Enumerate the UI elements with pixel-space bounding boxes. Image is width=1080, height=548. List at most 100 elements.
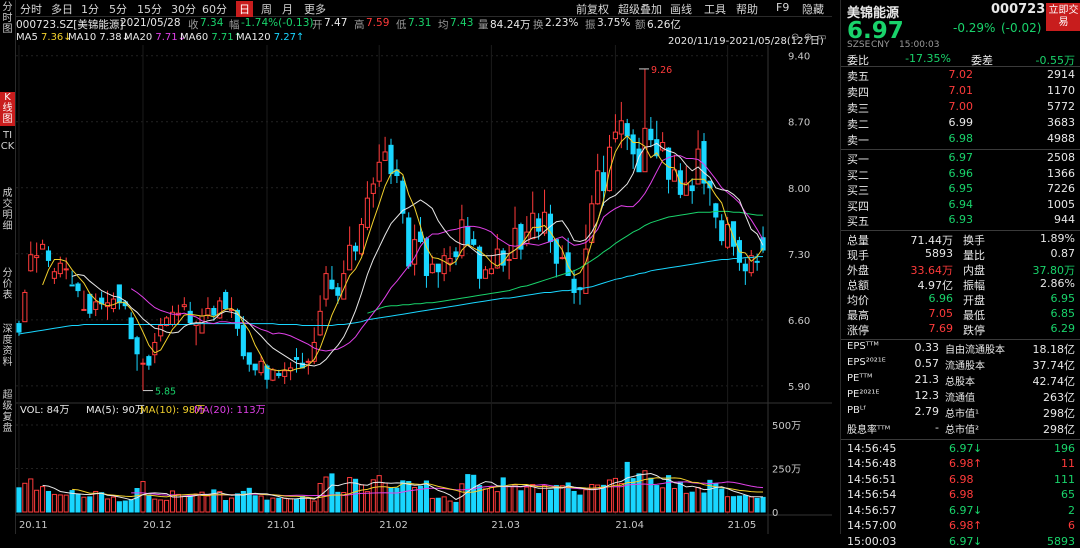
volume-bar [34,489,40,513]
candle-body [57,262,63,275]
volume-bar [447,500,453,513]
volume-bar [205,495,211,513]
volume-bar [760,496,766,513]
period-4[interactable]: 15分 [137,1,162,17]
ask-volume: 4988 [1047,132,1075,145]
volume-bar [719,488,725,513]
top-menu: 分时 多日 1分 5分 15分 30分 60分日周月更多 前复权 超级叠加 画线 工具 帮助 F9 隐藏 [16,0,832,17]
tick-time: 14:56:57 [847,503,897,517]
bar-date: 2021/05/28 [120,17,181,29]
candle-body [323,273,329,300]
tool-4[interactable]: 帮助 [736,1,758,17]
volume-bar [276,497,282,513]
kline-chart[interactable]: 9.40 8.70 8.00 7.30 6.60 5.90 20.11 20.12 21.01 2… [16,45,832,534]
candle-body [16,323,22,333]
volume-bar [353,478,359,513]
tick-price: 6.98 [949,488,974,501]
volume-bar [536,493,542,513]
high-label: 高 [354,19,365,31]
fund-value: 18.18亿 [1032,342,1076,356]
period-1[interactable]: 多日 [51,1,73,17]
candle-body [347,244,353,271]
candle-body [358,224,365,255]
candle-body [252,363,258,371]
tick-time: 14:56:54 [847,488,897,501]
zoom-in-icon[interactable]: ⊕ [804,32,812,43]
trade-button[interactable]: 立即交易 [1046,3,1080,31]
ma-legend-bar: MA5 7.36↓ MA10 7.38↓ MA20 7.71↓ MA60 7.7… [16,31,832,47]
volume-bar [128,499,134,513]
price-tick: 9.40 [788,52,810,63]
candle-body [128,317,134,340]
tool-5[interactable]: F9 [776,1,789,14]
ask-label: 卖五 [847,70,869,83]
tab-kline[interactable]: K线图 [0,92,15,126]
volume-bar [75,493,81,513]
volume-bar [648,477,654,513]
period-5[interactable]: 30分 [171,1,196,17]
candle-body [34,255,40,259]
high-value: 7.59 [366,17,390,29]
tick-price: 6.97 [949,441,974,455]
tool-2[interactable]: 画线 [670,1,692,17]
tool-6[interactable]: 隐藏 [802,1,824,17]
period-10[interactable]: 更多 [304,1,326,17]
period-0[interactable]: 分时 [20,1,42,17]
candle-body [93,301,99,310]
period-3[interactable]: 5分 [109,1,127,17]
candle-body [630,134,636,155]
volume-bar [654,485,660,513]
candle-body [116,284,122,304]
candle-body [134,337,140,355]
period-6[interactable]: 60分 [202,1,227,17]
period-9[interactable]: 月 [282,1,293,17]
volume-bar [40,486,46,513]
bid-price: 6.93 [948,213,974,226]
divider [841,229,1080,231]
candle-body [748,255,754,274]
security-code: 000723.SZ[美锦能源] [16,19,124,31]
volume-bar [193,493,199,513]
volume-bar [683,492,689,513]
tick-price: 6.97 [949,503,974,517]
period-2[interactable]: 1分 [81,1,99,17]
quote-info-bar: 000723.SZ[美锦能源] 2021/05/28 收 7.34 幅 -1.7… [16,16,832,31]
volume-bar [264,499,270,513]
candle-body [512,227,518,260]
tick-price: 6.98 [949,457,974,470]
tool-1[interactable]: 超级叠加 [618,1,662,17]
candle-body [276,373,282,376]
collapse-icon[interactable]: ▭ [817,32,826,43]
volume-bar [417,485,424,513]
tab-replay[interactable]: 超级复盘 [0,390,15,454]
volume-bar [394,487,400,513]
amount-value: 6.26亿 [647,19,681,31]
ask-label: 卖四 [847,86,869,99]
candle-body [181,304,187,308]
candle-body [453,251,459,258]
volume-bar [630,478,636,513]
tab-price-dist[interactable]: 分价表 [0,268,15,320]
tab-tick[interactable]: TICK [0,130,15,182]
ask-volume: 2914 [1047,68,1075,81]
avg-label: 均 [438,19,449,31]
tab-trades[interactable]: 成交明细 [0,188,15,264]
zoom-out-icon[interactable]: ⊖ [791,32,799,43]
period-8[interactable]: 周 [261,1,272,17]
arrow-up-icon: ↑ [973,457,983,470]
stat-label: 总量 [847,233,869,247]
candle-body [81,308,87,311]
quote-time: 15:00:03 [899,40,940,50]
tool-3[interactable]: 工具 [704,1,726,17]
tab-depth[interactable]: 深度资料 [0,324,15,386]
tab-intraday[interactable]: 分时图 [0,2,15,46]
candle-body [28,254,34,272]
volume-bar [412,486,418,513]
volume-bar [559,485,565,513]
period-7[interactable]: 日 [236,1,253,17]
vol-ma20-label: MA(20): 113万 [194,405,266,416]
tool-0[interactable]: 前复权 [576,1,609,17]
bid-volume: 1366 [1047,166,1075,180]
stat-value: 2.86% [1040,276,1075,290]
candle-body [87,293,93,314]
